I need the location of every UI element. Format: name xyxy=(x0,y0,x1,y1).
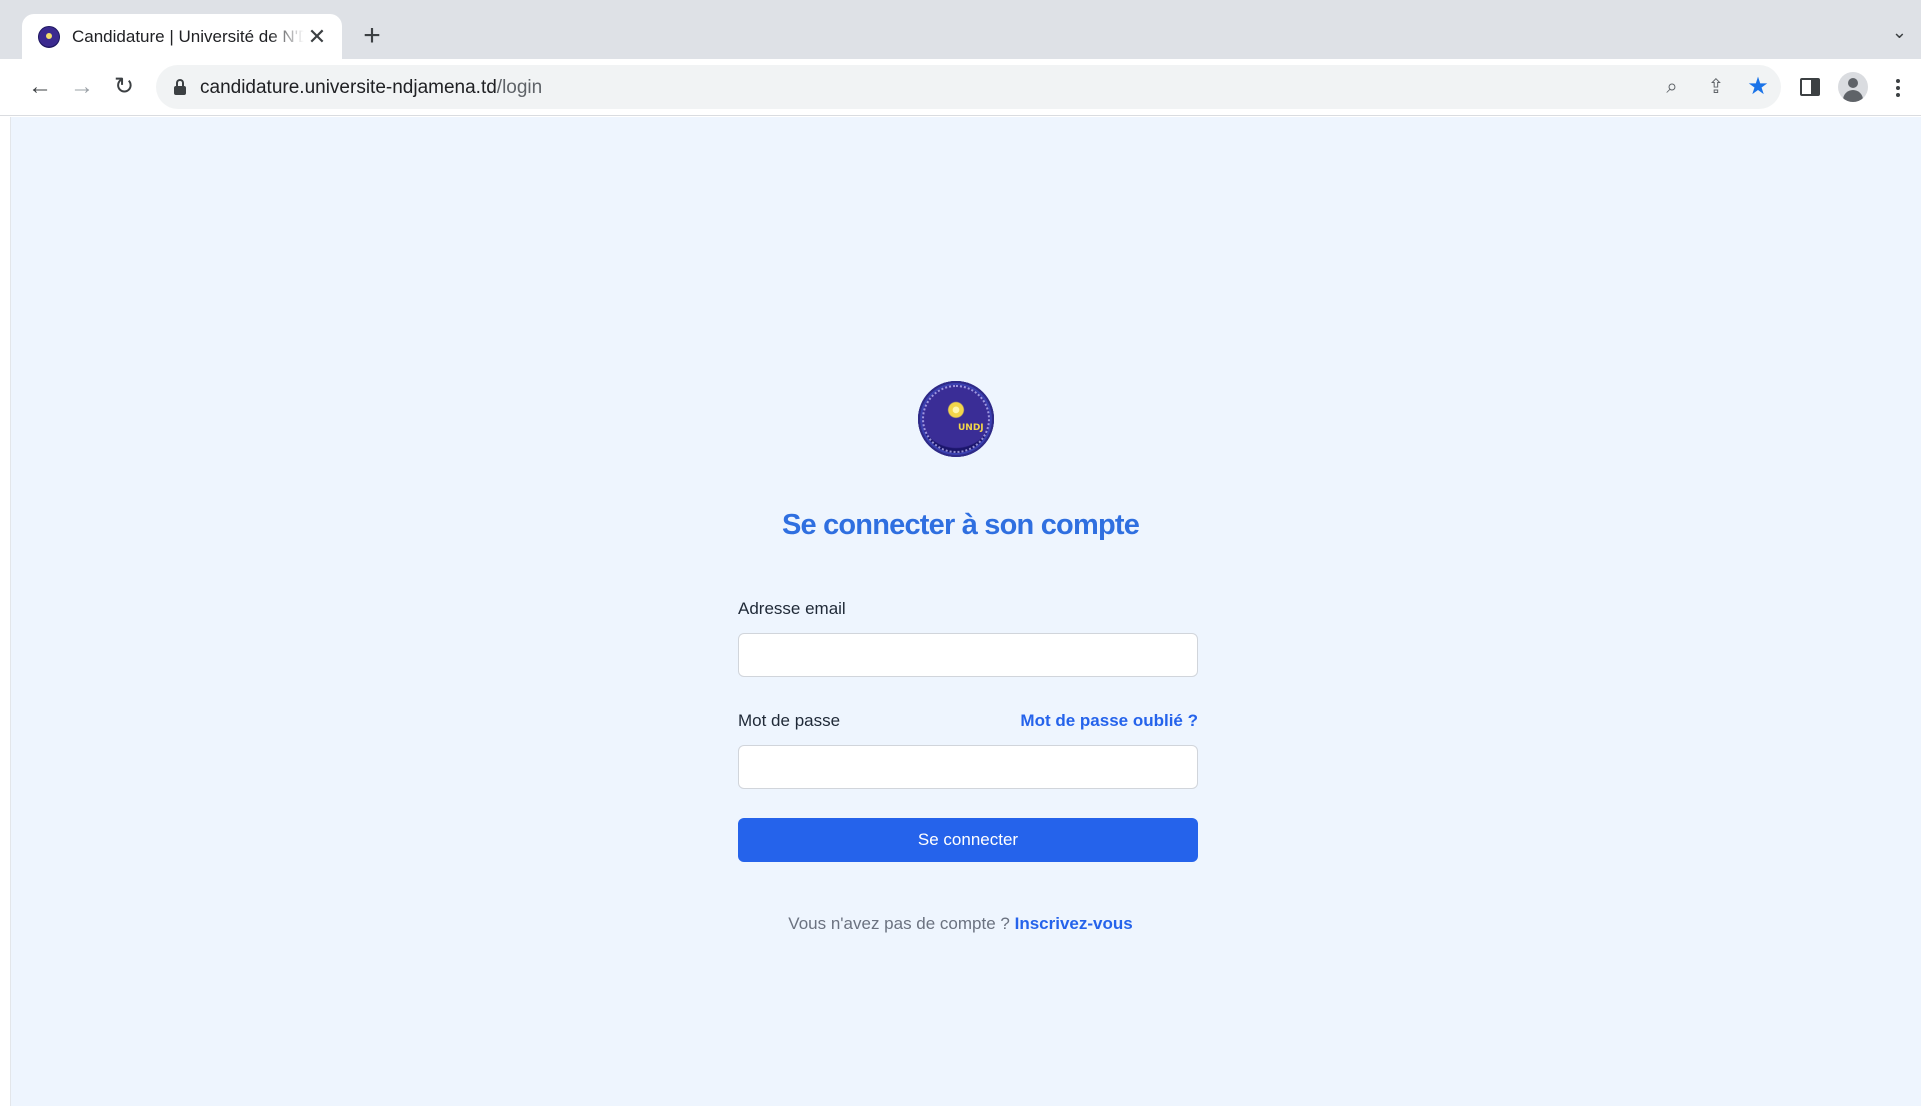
forgot-password-link[interactable]: Mot de passe oublié ? xyxy=(1020,711,1198,731)
url-text[interactable]: candidature.universite-ndjamena.td/login xyxy=(200,77,542,99)
email-field[interactable] xyxy=(738,633,1198,677)
back-arrow-icon[interactable]: ← xyxy=(22,69,58,105)
signup-link[interactable]: Inscrivez-vous xyxy=(1015,914,1133,933)
reload-icon[interactable]: ↻ xyxy=(106,69,142,105)
url-host: candidature.universite-ndjamena.td xyxy=(200,77,497,98)
side-panel-icon[interactable] xyxy=(1800,78,1820,96)
share-icon[interactable]: ⇪ xyxy=(1702,73,1730,101)
login-button[interactable]: Se connecter xyxy=(738,818,1198,862)
logo-text: UNDJ xyxy=(958,423,984,433)
signup-prompt-text: Vous n'avez pas de compte ? xyxy=(788,914,1010,933)
tab-list-icon[interactable]: ⌄ xyxy=(1892,22,1907,43)
lock-icon[interactable] xyxy=(174,79,186,95)
tab-close-icon[interactable]: ✕ xyxy=(306,25,328,48)
page-left-edge xyxy=(0,117,11,1106)
email-label: Adresse email xyxy=(738,599,846,618)
browser-tab[interactable]: Candidature | Université de N'Djamena ✕ xyxy=(22,14,342,59)
address-bar[interactable]: candidature.universite-ndjamena.td/login… xyxy=(156,65,1781,109)
tab-title: Candidature | Université de N'Djamena xyxy=(72,26,304,46)
favicon-icon xyxy=(38,25,60,48)
login-page xyxy=(11,117,1921,1106)
password-label: Mot de passe xyxy=(738,711,841,730)
menu-icon[interactable] xyxy=(1888,73,1908,103)
profile-icon[interactable] xyxy=(1838,72,1868,102)
bookmark-star-icon[interactable]: ★ xyxy=(1744,73,1772,101)
page-title: Se connecter à son compte xyxy=(781,509,1140,541)
forward-arrow-icon[interactable]: → xyxy=(64,69,100,105)
signup-prompt: Vous n'avez pas de compte ? Inscrivez-vo… xyxy=(0,914,1921,934)
browser-toolbar: ← → ↻ candidature.universite-ndjamena.td… xyxy=(0,59,1921,116)
tab-strip: Candidature | Université de N'Djamena ✕ … xyxy=(0,0,1921,59)
url-path: /login xyxy=(496,77,543,98)
new-tab-button[interactable]: + xyxy=(356,20,388,52)
password-field[interactable] xyxy=(738,745,1198,789)
zoom-icon[interactable]: ⌕ xyxy=(1658,73,1686,101)
university-logo: UNDJ xyxy=(918,381,994,457)
